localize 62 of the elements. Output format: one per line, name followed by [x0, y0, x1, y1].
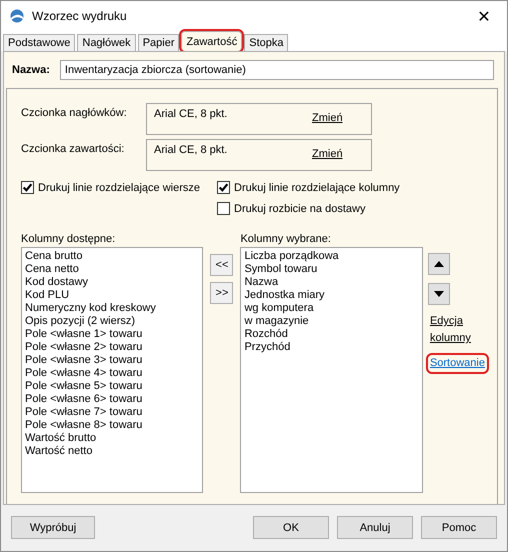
list-label: Kolumny dostępne:	[21, 233, 116, 245]
list-item[interactable]: Liczba porządkowa	[244, 250, 339, 263]
font-value: Arial CE, 8 pkt.	[154, 144, 228, 158]
dialog-button[interactable]: Anuluj	[337, 516, 413, 539]
list-item[interactable]: Kod dostawy	[25, 276, 88, 289]
available-columns-list[interactable]	[21, 247, 204, 493]
font-value: Arial CE, 8 pkt.	[154, 108, 228, 122]
list-item[interactable]: Symbol towaru	[244, 263, 318, 276]
list-label: Kolumny wybrane:	[240, 233, 332, 245]
try-button[interactable]: Wypróbuj	[11, 516, 95, 539]
list-item[interactable]: Numeryczny kod kreskowy	[25, 302, 156, 315]
app-logo-icon	[9, 8, 25, 24]
list-item[interactable]: Opis pozycji (2 wiersz)	[25, 315, 136, 328]
checkbox-label: Drukuj linie rozdzielające kolumny	[234, 182, 400, 194]
dialog-button[interactable]: Pomoc	[421, 516, 497, 539]
selected-columns-list[interactable]: Liczba porządkowa Symbol towaru Nazwa Jednostka miary wg komputera w magazynie Rozchód Przychód	[240, 247, 423, 493]
tab[interactable]: Nagłówek	[77, 34, 136, 51]
font-label: Czcionka nagłówków:	[21, 106, 128, 121]
checkbox-label: Drukuj linie rozdzielające wiersze	[38, 182, 200, 194]
tab[interactable]: Papier	[138, 34, 180, 51]
font-label: Czcionka zawartości:	[21, 142, 126, 157]
checkbox[interactable]	[217, 181, 230, 194]
move-button[interactable]: >>	[210, 282, 234, 304]
list-item[interactable]: Pole <własne 4> towaru	[25, 367, 142, 380]
change-link[interactable]: Zmień	[312, 112, 343, 125]
up-arrow-icon	[434, 261, 444, 267]
list-item[interactable]: Cena brutto	[25, 250, 82, 263]
name-label: Nazwa:	[12, 64, 50, 76]
list-item[interactable]: Pole <własne 2> towaru	[25, 341, 142, 354]
window-title: Wzorzec wydruku	[32, 9, 128, 23]
move-down-button[interactable]	[428, 283, 450, 305]
close-button[interactable]: ✕	[461, 1, 507, 31]
down-arrow-icon	[434, 291, 444, 297]
list-item[interactable]: Pole <własne 3> towaru	[25, 354, 142, 367]
list-item[interactable]: Pole <własne 7> towaru	[25, 406, 142, 419]
list-item[interactable]: Pole <własne 1> towaru	[25, 328, 142, 341]
list-item[interactable]: Rozchód	[244, 328, 288, 341]
list-item[interactable]: Wartość brutto	[25, 432, 96, 445]
checkbox-label: Drukuj rozbicie na dostawy	[234, 202, 366, 214]
tab[interactable]: Zawartość	[181, 31, 242, 51]
list-item[interactable]: wg komputera	[244, 302, 314, 315]
dialog-button[interactable]: OK	[253, 516, 329, 539]
checkbox[interactable]	[21, 181, 34, 194]
checkbox[interactable]	[217, 202, 230, 215]
list-item[interactable]: Przychód	[244, 341, 290, 354]
list-item[interactable]: Kod PLU	[25, 289, 70, 302]
list-item[interactable]: Pole <własne 6> towaru	[25, 393, 142, 406]
name-field[interactable]: Inwentaryzacja zbiorcza (sortowanie)	[60, 60, 494, 80]
tab[interactable]: Podstawowe	[3, 34, 76, 51]
list-item[interactable]: Cena netto	[25, 263, 79, 276]
move-button[interactable]: <<	[210, 254, 234, 276]
move-up-button[interactable]	[428, 253, 450, 275]
list-item[interactable]: Nazwa	[244, 276, 278, 289]
link[interactable]: Edycja kolumny	[428, 313, 472, 347]
list-item[interactable]: Pole <własne 8> towaru	[25, 419, 142, 432]
list-item[interactable]: Pole <własne 5> towaru	[25, 380, 142, 393]
list-item[interactable]: Jednostka miary	[244, 289, 325, 302]
list-item[interactable]: Wartość netto	[25, 445, 92, 458]
tab[interactable]: Stopka	[244, 34, 288, 51]
change-link[interactable]: Zmień	[312, 148, 343, 161]
link[interactable]: Sortowanie	[428, 355, 487, 372]
list-item[interactable]: w magazynie	[244, 315, 309, 328]
